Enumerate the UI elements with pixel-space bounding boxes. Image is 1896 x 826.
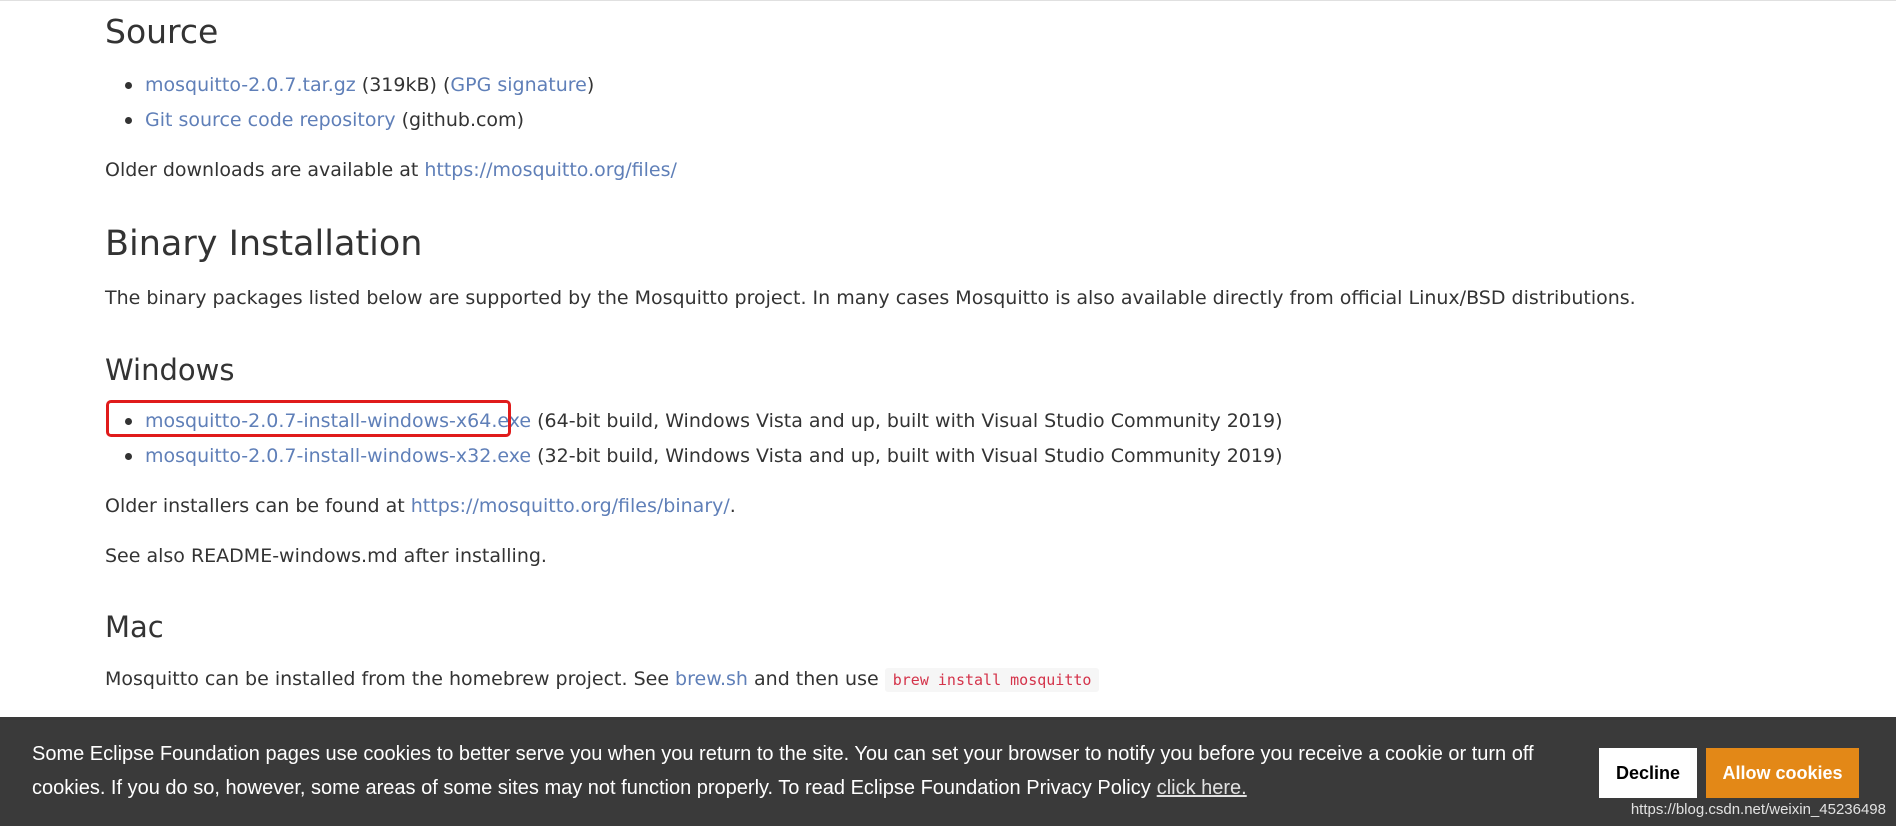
binary-installation-heading: Binary Installation: [105, 224, 423, 264]
cookie-message-text: Some Eclipse Foundation pages use cookie…: [32, 743, 1534, 799]
older-downloads-link[interactable]: https://mosquitto.org/files/: [424, 159, 677, 181]
bullet: [125, 453, 132, 460]
bullet: [125, 82, 132, 89]
highlight-annotation-box: [106, 400, 511, 437]
csdn-watermark: https://blog.csdn.net/weixin_45236498: [1630, 801, 1886, 818]
see-also-readme: See also README-windows.md after install…: [105, 545, 547, 567]
list-item-windows-x32: mosquitto-2.0.7-install-windows-x32.exe …: [125, 443, 1283, 469]
tarball-link[interactable]: mosquitto-2.0.7.tar.gz: [145, 74, 356, 96]
allow-cookies-button[interactable]: Allow cookies: [1706, 748, 1859, 798]
git-repo-link[interactable]: Git source code repository: [145, 109, 396, 131]
mac-heading: Mac: [105, 610, 164, 644]
git-repo-host: (github.com): [395, 109, 524, 131]
bullet: [125, 117, 132, 124]
top-divider: [0, 0, 1896, 1]
older-downloads-label: Older downloads are available at: [105, 159, 425, 181]
cookie-message: Some Eclipse Foundation pages use cookie…: [32, 737, 1572, 805]
older-installers-text: Older installers can be found at https:/…: [105, 493, 736, 519]
windows-x32-description: (32-bit build, Windows Vista and up, bui…: [531, 445, 1283, 467]
windows-heading: Windows: [105, 353, 235, 387]
brew-sh-link[interactable]: brew.sh: [675, 668, 748, 690]
windows-x32-installer-link[interactable]: mosquitto-2.0.7-install-windows-x32.exe: [145, 445, 531, 467]
older-downloads-text: Older downloads are available at https:/…: [105, 157, 677, 183]
binary-description: The binary packages listed below are sup…: [105, 287, 1636, 309]
cookie-consent-bar: Some Eclipse Foundation pages use cookie…: [0, 717, 1896, 826]
older-installers-label: Older installers can be found at: [105, 495, 411, 517]
older-installers-end: .: [729, 495, 736, 517]
gpg-signature-link[interactable]: GPG signature: [450, 74, 586, 96]
mac-instructions: Mosquitto can be installed from the home…: [105, 666, 1100, 693]
privacy-policy-link[interactable]: click here.: [1157, 777, 1247, 799]
tarball-close: ): [586, 74, 595, 96]
mac-text-after: and then use: [747, 668, 885, 690]
source-heading: Source: [105, 12, 219, 51]
mac-text-before: Mosquitto can be installed from the home…: [105, 668, 676, 690]
brew-install-code: brew install mosquitto: [884, 668, 1100, 692]
decline-cookies-button[interactable]: Decline: [1599, 748, 1697, 798]
tarball-size: (319kB) (: [355, 74, 451, 96]
list-item-source-tarball: mosquitto-2.0.7.tar.gz (319kB) (GPG sign…: [125, 72, 595, 98]
list-item-git-repo: Git source code repository (github.com): [125, 107, 524, 133]
older-installers-link[interactable]: https://mosquitto.org/files/binary/: [411, 495, 730, 517]
windows-x64-description: (64-bit build, Windows Vista and up, bui…: [531, 410, 1283, 432]
